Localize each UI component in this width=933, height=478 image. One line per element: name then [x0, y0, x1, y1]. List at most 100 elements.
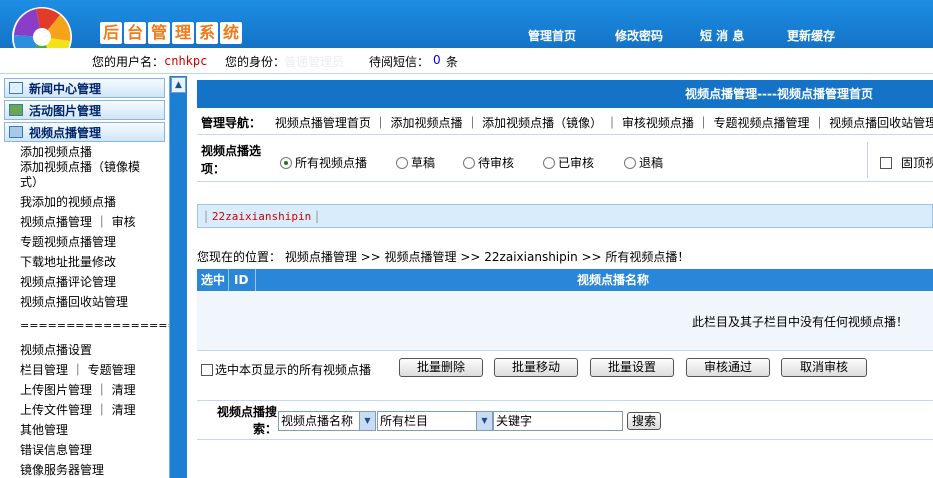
nav-link-review[interactable]: 审核视频点播 — [622, 116, 694, 130]
table-empty: 此栏目及其子栏目中没有任何视频点播！ — [197, 291, 933, 351]
sidebar-item-mirror-servers[interactable]: 镜像服务器管理 — [0, 460, 169, 478]
col-name: 视频点播名称 — [577, 273, 650, 287]
top-checkbox[interactable]: 固顶视 — [880, 154, 933, 171]
top-header: 后 台 管 理 系 统 管理首页 修改密码 短 消 息 更新缓存 — [0, 0, 933, 67]
radio-label: 待审核 — [478, 156, 515, 170]
nav-messages[interactable]: 短 消 息 — [700, 27, 744, 44]
radio-label: 已审核 — [558, 156, 595, 170]
col-select: 选中 — [201, 273, 226, 287]
nav-link-add-video[interactable]: 添加视频点播 — [391, 116, 463, 130]
channel-bar: | 22zaixianshipin | — [197, 204, 933, 228]
nav-update-cache[interactable]: 更新缓存 — [787, 27, 835, 44]
empty-message: 此栏目及其子栏目中没有任何视频点播！ — [692, 315, 909, 329]
col-divider — [255, 269, 256, 291]
batch-actions: 选中本页显示的所有视频点播 批量删除 批量移动 批量设置 审核通过 取消审核 — [201, 358, 933, 382]
sidebar-item-upload-files[interactable]: 上传文件管理 ｜ 清理 — [0, 400, 169, 420]
nav-link-recycle[interactable]: 视频点播回收站管理 — [829, 116, 933, 130]
image-icon — [9, 104, 23, 116]
sidebar-item-upload-images[interactable]: 上传图片管理 ｜ 清理 — [0, 380, 169, 400]
sidebar-group-label: 视频点播管理 — [29, 125, 102, 140]
filter-label: 视频点播选项： — [201, 144, 262, 176]
search-button[interactable]: 搜索 — [627, 412, 661, 430]
sidebar-group-news[interactable]: 新闻中心管理 — [4, 78, 165, 98]
sidebar-item-topic-video[interactable]: 专题视频点播管理 — [0, 232, 169, 252]
batch-settings-button[interactable]: 批量设置 — [590, 358, 674, 377]
radio-pending[interactable]: 待审核 — [463, 154, 514, 171]
edit-icon — [9, 82, 23, 94]
radio-rejected[interactable]: 退稿 — [624, 154, 663, 171]
radio-all[interactable]: 所有视频点播 — [280, 154, 367, 171]
messages-unit: 条 — [446, 55, 459, 69]
search-category-value: 所有栏目 — [380, 414, 429, 428]
sidebar-item-add-video-mirror[interactable]: 添加视频点播（镜像模式） — [0, 160, 169, 192]
batch-move-button[interactable]: 批量移动 — [494, 358, 578, 377]
sidebar-group-label: 活动图片管理 — [29, 103, 102, 118]
col-id: ID — [234, 273, 249, 287]
search-category-select[interactable]: 所有栏目 ▼ — [377, 411, 493, 431]
sidebar-item-other[interactable]: 其他管理 — [0, 420, 169, 440]
checkbox-icon — [201, 363, 213, 376]
sidebar-item-errors[interactable]: 错误信息管理 — [0, 440, 169, 460]
radio-label: 草稿 — [411, 156, 436, 170]
manage-nav: 管理导航： 视频点播管理首页 ｜ 添加视频点播 ｜ 添加视频点播（镜像） ｜ 审… — [197, 111, 933, 135]
radio-icon — [624, 156, 636, 169]
table-header: 选中 ID 视频点播名称 — [197, 269, 933, 291]
checkbox-icon — [880, 156, 892, 169]
radio-icon — [463, 156, 475, 169]
sidebar-separator: ===================== — [20, 319, 169, 332]
user-name: cnhkpc — [164, 54, 208, 68]
sidebar-item-recycle[interactable]: 视频点播回收站管理 — [0, 292, 169, 312]
sidebar-item-comments[interactable]: 视频点播评论管理 — [0, 272, 169, 292]
checkbox-label: 固顶视 — [901, 156, 933, 170]
nav-change-password[interactable]: 修改密码 — [615, 27, 663, 44]
messages-count[interactable]: 0 — [433, 53, 441, 67]
search-keyword-input[interactable]: 关键字 — [493, 411, 623, 431]
search-label: 视频点播搜索： — [216, 405, 277, 436]
filter-options: 视频点播选项： 所有视频点播 草稿 待审核 已审核 退稿 固顶视 — [197, 138, 933, 182]
nav-admin-home[interactable]: 管理首页 — [528, 27, 576, 44]
select-all-label: 选中本页显示的所有视频点播 — [215, 363, 372, 377]
divider — [867, 142, 868, 178]
nav-link-topic[interactable]: 专题视频点播管理 — [713, 116, 809, 130]
sidebar-item-category-manage[interactable]: 栏目管理 ｜ 专题管理 — [0, 360, 169, 380]
radio-icon — [543, 156, 555, 169]
system-title-char: 统 — [220, 22, 242, 44]
channel-link[interactable]: 22zaixianshipin — [212, 210, 311, 223]
sidebar-item-add-video[interactable]: 添加视频点播 — [0, 144, 169, 160]
system-title-char: 系 — [196, 22, 218, 44]
search-field-value: 视频点播名称 — [281, 414, 354, 428]
radio-label: 退稿 — [639, 156, 664, 170]
sidebar-item-video-settings[interactable]: 视频点播设置 — [0, 340, 169, 360]
nav-link-add-mirror[interactable]: 添加视频点播（镜像） — [482, 116, 602, 130]
sidebar-item-video-manage[interactable]: 视频点播管理 ｜ 审核 — [0, 212, 169, 232]
radio-approved[interactable]: 已审核 — [543, 154, 594, 171]
system-title-char: 台 — [124, 22, 146, 44]
cancel-approve-button[interactable]: 取消审核 — [781, 358, 867, 377]
nav-link-video-home[interactable]: 视频点播管理首页 — [275, 116, 371, 130]
sidebar-item-my-videos[interactable]: 我添加的视频点播 — [0, 192, 169, 212]
system-title: 后 台 管 理 系 统 — [100, 22, 250, 46]
manage-nav-label: 管理导航： — [201, 116, 262, 130]
chevron-down-icon: ▼ — [476, 412, 492, 430]
page-title: 视频点播管理----视频点播管理首页 — [197, 80, 933, 108]
radio-selected-icon — [280, 156, 292, 169]
search-bar: 视频点播搜索： 视频点播名称 ▼ 所有栏目 ▼ 关键字 搜索 — [197, 400, 933, 440]
radio-draft[interactable]: 草稿 — [396, 154, 435, 171]
sidebar-scrollbar[interactable]: ▲ — [170, 76, 187, 478]
sidebar: 新闻中心管理 活动图片管理 视频点播管理 添加视频点播 添加视频点播（镜像模式）… — [0, 76, 170, 478]
floppy-icon — [9, 126, 23, 138]
user-label: 您的用户名： — [92, 55, 165, 69]
batch-delete-button[interactable]: 批量删除 — [399, 358, 483, 377]
approve-button[interactable]: 审核通过 — [686, 358, 770, 377]
select-all[interactable]: 选中本页显示的所有视频点播 — [201, 361, 371, 378]
role-value: 普通管理员 — [284, 55, 345, 69]
system-title-char: 理 — [172, 22, 194, 44]
scroll-up-icon[interactable]: ▲ — [171, 77, 186, 93]
system-title-char: 后 — [100, 22, 122, 44]
sidebar-group-video[interactable]: 视频点播管理 — [4, 122, 165, 142]
search-field-select[interactable]: 视频点播名称 ▼ — [278, 411, 376, 431]
system-title-char: 管 — [148, 22, 170, 44]
sidebar-group-label: 新闻中心管理 — [29, 81, 102, 96]
sidebar-item-batch-download[interactable]: 下载地址批量修改 — [0, 252, 169, 272]
sidebar-group-photos[interactable]: 活动图片管理 — [4, 100, 165, 120]
